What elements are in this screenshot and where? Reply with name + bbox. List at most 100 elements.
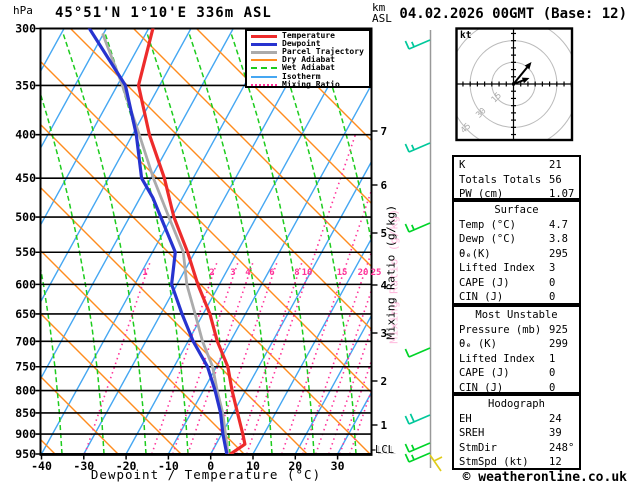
lcl-label: LCL (375, 444, 394, 456)
panel-row-value: 1 (549, 352, 556, 365)
pressure-unit-label: hPa (13, 4, 33, 17)
panel-row-value: 299 (549, 338, 568, 350)
legend-swatch-solid (251, 42, 277, 46)
wind-barb (404, 442, 431, 453)
panel-row-value: 0 (549, 381, 556, 394)
panel-row-label: StmSpd (kt) (459, 456, 529, 468)
panel-row-value: 3 (549, 262, 556, 274)
panel-row: Temp (°C) 4.7 (454, 218, 579, 233)
legend-item: Mixing Ratio (251, 80, 369, 89)
legend-swatch-dotted (251, 83, 277, 86)
pressure-tick-label: 850 (15, 406, 36, 420)
panel-row-value: 39 (549, 427, 562, 439)
panel-row-label: PW (cm) (459, 188, 504, 200)
pressure-tick-label: 600 (15, 277, 36, 291)
pressure-tick-label: 650 (15, 307, 36, 321)
sounding-page: 1 2 3 4 6 8 10 15 20 25 300 350 400 450 500 550 600 650 70… (0, 0, 629, 486)
run-date-label: 04.02.2026 00GMT (Base: 12) (399, 6, 627, 22)
km-tick-label: 6 (381, 179, 388, 192)
panel-row-label: K (459, 159, 466, 171)
panel-row-label: CAPE (J) (459, 367, 510, 379)
panel-row-label: CIN (J) (459, 381, 504, 394)
panel-row-label: SREH (459, 427, 485, 439)
x-axis-label: Dewpoint / Temperature (°C) (90, 467, 322, 482)
km-tick-label: 1 (381, 419, 388, 432)
panel-row-label: Pressure (mb) (459, 323, 542, 336)
pressure-tick-label: 750 (15, 360, 36, 374)
legend-swatch-solid (251, 59, 277, 62)
panel-row: Dewp (°C) 3.8 (454, 232, 579, 247)
panel-row: Lifted Index 3 (454, 261, 579, 276)
panel-row-value: 3.8 (549, 233, 568, 245)
mixing-ratio-label: 3 (230, 268, 235, 278)
panel-indices: K 21 Totals Totals 56 PW (cm) 1.07 (452, 155, 581, 200)
mixing-ratio-label: 6 (269, 268, 274, 278)
pressure-tick-label: 400 (15, 128, 36, 142)
legend-swatch-solid (251, 75, 277, 78)
altitude-unit-asl: ASL (372, 12, 392, 25)
panel-row-value: 4.7 (549, 218, 568, 231)
panel-row: StmSpd (kt) 12 (454, 455, 579, 470)
temperature-tick-label: -40 (31, 459, 52, 473)
panel-row-label: θₑ (K) (459, 338, 497, 350)
page-title: 45°51'N 1°10'E 336m ASL (55, 5, 272, 21)
panel-row-label: Totals Totals (459, 173, 542, 186)
panel-row-value: 925 (549, 323, 568, 336)
panel-row-label: Temp (°C) (459, 218, 516, 231)
panel-row-label: CIN (J) (459, 291, 504, 303)
panel-row: CIN (J) 0 (454, 290, 579, 305)
mixing-ratio-label: 4 (245, 268, 251, 278)
panel-row-value: 12 (549, 456, 562, 468)
panel-row-value: 24 (549, 412, 562, 425)
wind-barb (404, 142, 431, 153)
panel-row: CAPE (J) 0 (454, 366, 579, 381)
legend-swatch-solid (251, 34, 277, 38)
panel-row-value: 295 (549, 247, 568, 260)
mixing-ratio-label: 8 (294, 268, 299, 278)
wind-barb (404, 39, 431, 50)
pressure-tick-label: 800 (15, 384, 36, 398)
wind-barb (429, 454, 443, 472)
panel-row-value: 21 (549, 159, 562, 171)
pressure-tick-label: 300 (15, 22, 36, 36)
pressure-tick-label: 500 (15, 210, 36, 224)
wind-barb (404, 347, 431, 358)
pressure-tick-label: 450 (15, 171, 36, 185)
panel-row-value: 0 (549, 291, 556, 303)
wind-barb (404, 413, 431, 425)
panel-row: Lifted Index 1 (454, 352, 579, 367)
panel-row: StmDir 248° (454, 441, 579, 456)
altitude-unit-label: km ASL (372, 2, 392, 24)
panel-row: EH 24 (454, 412, 579, 427)
pressure-tick-label: 550 (15, 245, 36, 259)
panel-row-label: θₑ(K) (459, 247, 491, 260)
panel-row-label: EH (459, 412, 472, 425)
temperature-tick-label: 30 (331, 459, 345, 473)
mixing-ratio-label: 1 (142, 268, 147, 278)
panel-surface: Surface Temp (°C) 4.7 Dewp (°C) 3.8 θₑ(K) 295 L… (452, 200, 581, 305)
pressure-tick-label: 900 (15, 427, 36, 441)
panel-row: θₑ(K) 295 (454, 247, 579, 262)
panel-row-value: 56 (549, 173, 562, 186)
copyright-label: © weatheronline.co.uk (462, 470, 627, 485)
panel-row: Totals Totals 56 (454, 173, 579, 188)
panel-row-label: CAPE (J) (459, 276, 510, 289)
panel-row: Pressure (mb) 925 (454, 323, 579, 338)
mixing-ratio-label: 2 (209, 268, 214, 278)
panel-row: K 21 (454, 158, 579, 173)
panel-header: Most Unstable (475, 309, 558, 321)
km-tick-label: 7 (381, 125, 388, 138)
panel-header: Surface (494, 204, 539, 216)
panel-row-label: Lifted Index (459, 262, 535, 274)
legend: Temperature Dewpoint Parcel Trajectory Dry … (245, 29, 371, 88)
mixing-ratio-label: 25 (371, 268, 382, 278)
wind-barb-column (404, 30, 443, 472)
mixing-ratio-label: 20 (358, 268, 369, 278)
panel-row-value: 0 (549, 276, 556, 289)
hodograph-ring-label: 15 (490, 91, 504, 105)
panel-row: SREH 39 (454, 426, 579, 441)
mixing-ratio-label: 10 (302, 268, 313, 278)
hodograph-unit-label: kt (460, 30, 472, 41)
wind-barb (404, 222, 431, 233)
panel-hodograph: Hodograph EH 24 SREH 39 StmDir 248° StmSpd (kt)… (452, 394, 581, 470)
